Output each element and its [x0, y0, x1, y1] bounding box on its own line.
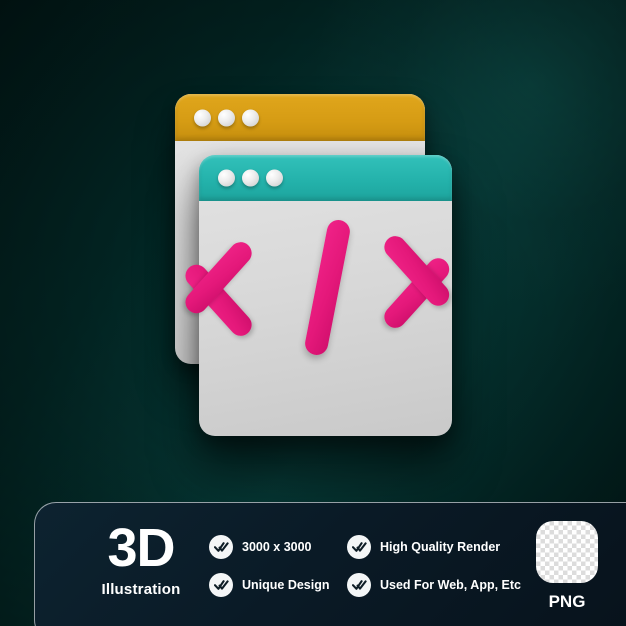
format-block: PNG [522, 521, 612, 612]
info-panel-inner: 3D Illustration 3000 x 3000 Unique Desig… [35, 503, 626, 626]
window-dot-icon [266, 169, 283, 187]
transparency-checkerboard-icon [536, 521, 598, 583]
brand-subtitle: Illustration [101, 581, 181, 598]
feature-column-right: High Quality Render Used For Web, App, E… [347, 535, 521, 597]
window-dot-icon [242, 169, 259, 187]
code-glyph-icon [180, 201, 454, 436]
feature-label: Used For Web, App, Etc [380, 578, 521, 592]
window-dot-icon [194, 109, 211, 126]
forward-slash [303, 218, 352, 357]
feature-label: High Quality Render [380, 540, 501, 554]
coding-window-3d-icon [0, 0, 626, 500]
front-window-titlebar [199, 155, 452, 201]
brand-title: 3D [107, 518, 175, 578]
feature-label: 3000 x 3000 [242, 540, 312, 554]
back-window-dots [194, 109, 259, 126]
feature-item: High Quality Render [347, 535, 521, 559]
window-dot-icon [242, 109, 259, 126]
feature-item: Unique Design [209, 573, 330, 597]
double-check-icon [347, 535, 371, 559]
illustration-preview-card: 3D Illustration 3000 x 3000 Unique Desig… [0, 0, 626, 626]
feature-column-left: 3000 x 3000 Unique Design [209, 535, 330, 597]
feature-item: 3000 x 3000 [209, 535, 330, 559]
format-label: PNG [548, 592, 586, 611]
feature-label: Unique Design [242, 578, 330, 592]
brand-block: 3D Illustration [71, 521, 211, 598]
window-dot-icon [218, 109, 235, 126]
info-panel: 3D Illustration 3000 x 3000 Unique Desig… [34, 502, 626, 626]
window-dot-icon [218, 169, 235, 187]
double-check-icon [209, 573, 233, 597]
front-window-dots [218, 169, 283, 187]
double-check-icon [209, 535, 233, 559]
back-window-titlebar [175, 94, 425, 141]
double-check-icon [347, 573, 371, 597]
feature-item: Used For Web, App, Etc [347, 573, 521, 597]
